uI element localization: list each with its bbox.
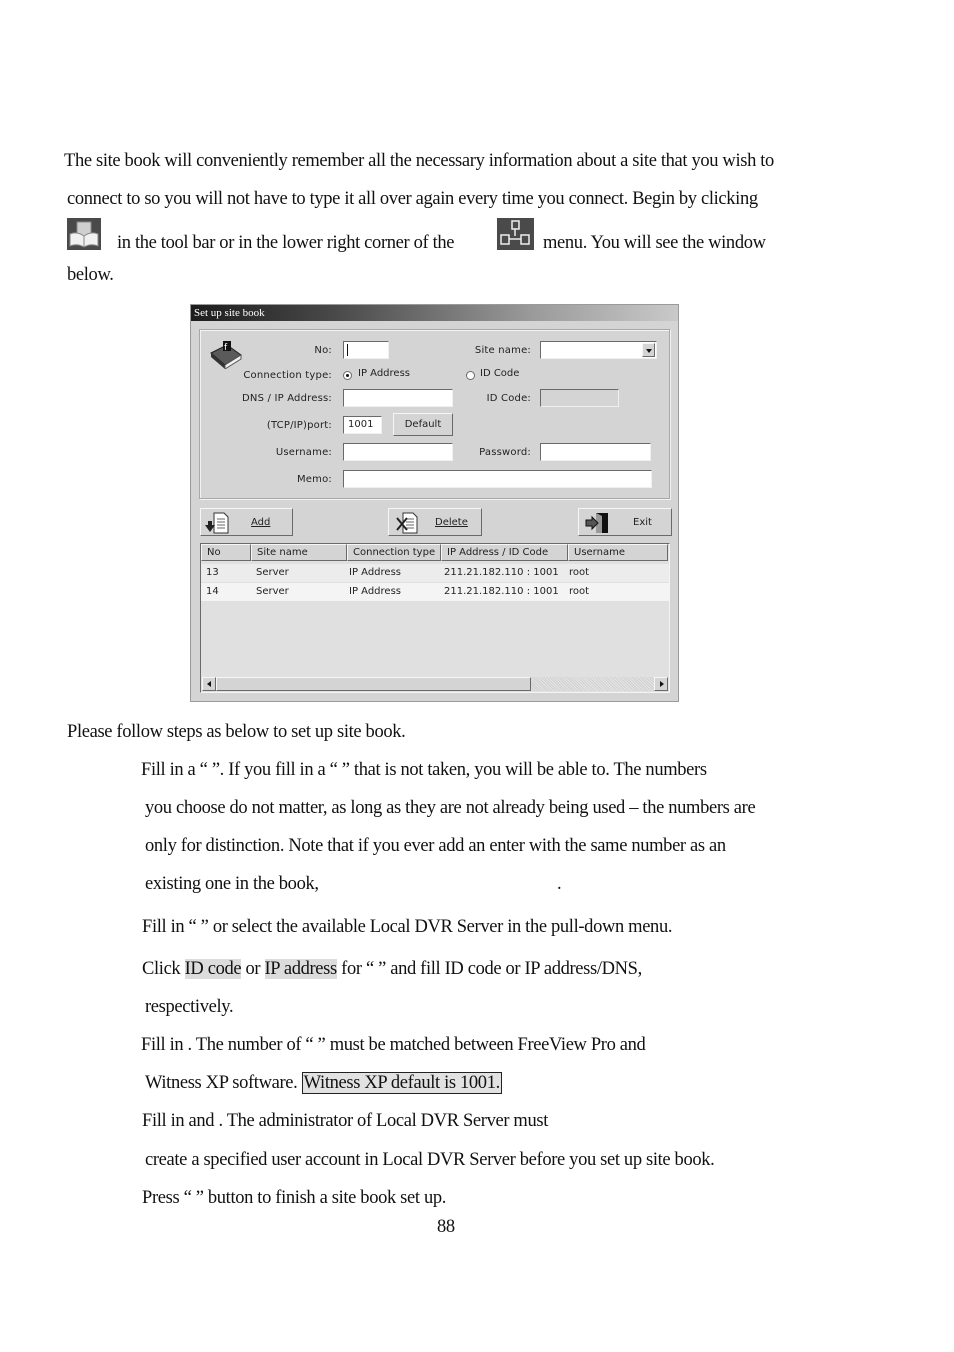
step-4-text: Witness XP software.: [145, 1073, 302, 1093]
dialog-title: Set up site book: [191, 305, 678, 321]
site-name-dropdown[interactable]: [540, 341, 657, 359]
column-header-username[interactable]: Username: [568, 544, 668, 561]
site-list-table: No Site name Connection type IP Address …: [200, 543, 670, 693]
password-label: Password:: [479, 447, 531, 458]
id-code-highlight: ID code: [184, 959, 242, 979]
id-code-label: ID Code:: [486, 393, 531, 404]
dns-ip-input[interactable]: [343, 389, 453, 407]
cell-site-name: Server: [256, 586, 289, 597]
scroll-left-button[interactable]: [202, 677, 216, 691]
intro-line-3a: in the tool bar or in the lower right co…: [117, 233, 455, 253]
dns-ip-label: DNS / IP Address:: [241, 393, 332, 404]
step-1-line-2: you choose do not matter, as long as the…: [145, 798, 756, 818]
column-header-connection-type[interactable]: Connection type: [347, 544, 441, 561]
step-1-line-4a: existing one in the book,: [145, 874, 319, 894]
cell-no: 14: [206, 586, 219, 597]
steps-intro: Please follow steps as below to set up s…: [67, 722, 406, 742]
delete-button-label: Delete: [435, 517, 468, 528]
cell-site-name: Server: [256, 567, 289, 578]
step-4-line-2: Witness XP software. Witness XP default …: [145, 1072, 502, 1094]
step-3-mid: or: [241, 959, 265, 979]
site-book-icon: f: [210, 341, 242, 369]
port-input[interactable]: 1001: [343, 416, 382, 434]
cell-connection-type: IP Address: [349, 586, 401, 597]
text-cursor: [347, 344, 348, 356]
site-book-icon: [67, 218, 101, 250]
intro-line-1: The site book will conveniently remember…: [64, 151, 774, 171]
radio-id-code-label[interactable]: ID Code: [480, 368, 519, 379]
step-1-line-1: Fill in a “ ”. If you fill in a “ ” that…: [141, 760, 707, 780]
cell-connection-type: IP Address: [349, 567, 401, 578]
table-row[interactable]: 14 Server IP Address 211.21.182.110 : 10…: [201, 583, 669, 601]
cell-no: 13: [206, 567, 219, 578]
exit-button-label: Exit: [633, 517, 652, 528]
horizontal-scrollbar[interactable]: [202, 677, 668, 691]
step-3-line-1: Click ID code or IP address for “ ” and …: [142, 958, 642, 980]
chevron-down-icon[interactable]: [642, 343, 655, 357]
radio-ip-address[interactable]: [343, 371, 352, 380]
port-label: (TCP/IP)port:: [266, 420, 332, 431]
column-header-ip-id-code[interactable]: IP Address / ID Code: [441, 544, 568, 561]
step-3-line-2: respectively.: [145, 997, 234, 1017]
username-input[interactable]: [343, 443, 453, 461]
column-header-no[interactable]: No: [201, 544, 251, 561]
no-label: No:: [314, 345, 332, 356]
cell-username: root: [569, 567, 590, 578]
step-6: Press “ ” button to finish a site book s…: [142, 1188, 447, 1208]
cell-ip-id-code: 211.21.182.110 : 1001: [444, 567, 559, 578]
step-1-line-4b: .: [557, 874, 562, 894]
step-2: Fill in “ ” or select the available Loca…: [142, 917, 673, 937]
step-3-post: for “ ” and fill ID code or IP address/D…: [336, 959, 642, 979]
no-input[interactable]: [343, 341, 389, 359]
cell-username: root: [569, 586, 590, 597]
add-button-label: Add: [251, 517, 271, 528]
delete-button[interactable]: Delete: [388, 508, 482, 536]
intro-line-4: below.: [67, 265, 114, 285]
step-1-line-3: only for distinction. Note that if you e…: [145, 836, 726, 856]
page-number: 88: [437, 1217, 455, 1237]
id-code-input[interactable]: [540, 389, 619, 407]
default-port-note: Witness XP default is 1001.: [301, 1072, 502, 1094]
arrow-left-icon: [207, 681, 211, 687]
step-4-line-1: Fill in . The number of “ ” must be matc…: [141, 1035, 646, 1055]
network-icon: [497, 218, 534, 250]
cell-ip-id-code: 211.21.182.110 : 1001: [444, 586, 559, 597]
exit-door-icon: [585, 513, 608, 533]
memo-label: Memo:: [296, 474, 332, 485]
scrollbar-thumb[interactable]: [216, 677, 531, 691]
default-button[interactable]: Default: [393, 413, 453, 436]
site-book-dialog: Set up site book f No: Site name: Connec…: [190, 304, 679, 702]
add-button[interactable]: Add: [200, 508, 293, 536]
step-3-pre: Click: [142, 959, 185, 979]
ip-address-highlight: IP address: [264, 959, 337, 979]
column-header-site-name[interactable]: Site name: [251, 544, 347, 561]
step-5-line-2: create a specified user account in Local…: [145, 1150, 715, 1170]
intro-line-3b: menu. You will see the window: [543, 233, 766, 253]
username-label: Username:: [275, 447, 332, 458]
table-header: No Site name Connection type IP Address …: [201, 544, 669, 561]
intro-line-2: connect to so you will not have to type …: [67, 189, 758, 209]
password-input[interactable]: [540, 443, 651, 461]
step-5-line-1: Fill in and . The administrator of Local…: [142, 1111, 548, 1131]
radio-ip-address-label[interactable]: IP Address: [358, 368, 410, 379]
radio-id-code[interactable]: [466, 371, 475, 380]
table-row[interactable]: 13 Server IP Address 211.21.182.110 : 10…: [201, 564, 669, 582]
memo-input[interactable]: [343, 470, 652, 488]
site-name-label: Site name:: [474, 345, 531, 356]
scroll-right-button[interactable]: [654, 677, 668, 691]
exit-button[interactable]: Exit: [578, 508, 672, 536]
delete-entry-icon: [396, 512, 418, 534]
arrow-right-icon: [660, 681, 664, 687]
add-entry-icon: [205, 512, 229, 534]
connection-type-label: Connection type:: [243, 370, 332, 381]
